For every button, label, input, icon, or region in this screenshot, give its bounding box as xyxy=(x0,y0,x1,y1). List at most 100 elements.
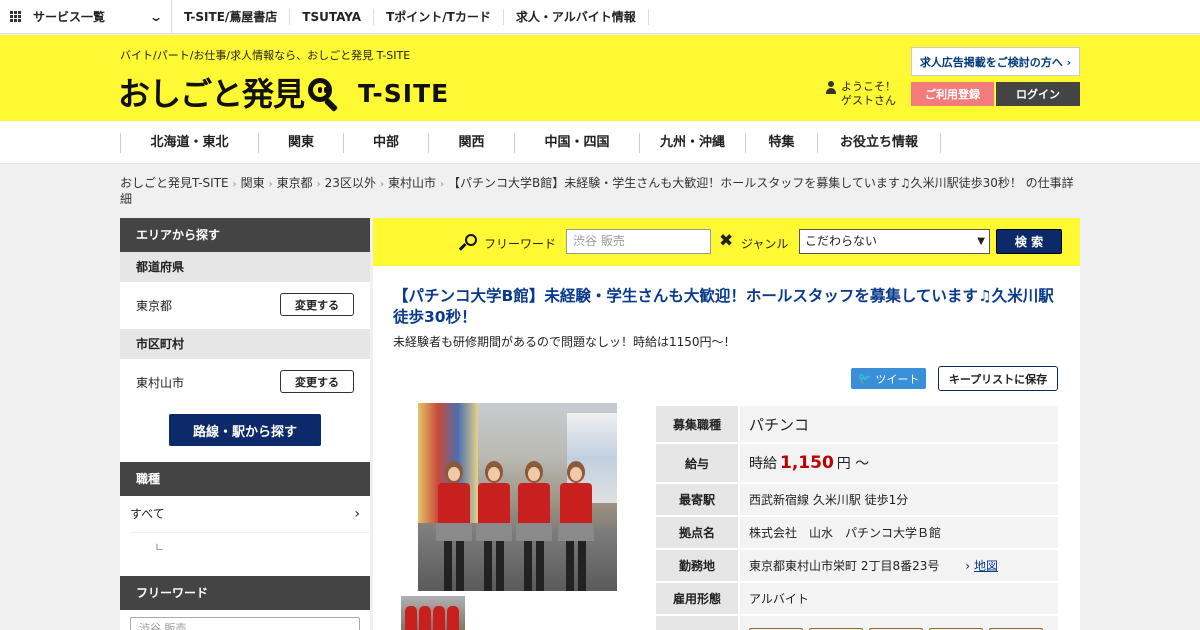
job-main-photo[interactable] xyxy=(418,403,617,591)
breadcrumb: おしごと発見T-SITE › 関東 › 東京都 › 23区以外 › 東村山市 › 【パチンコ大学B館… xyxy=(120,176,1080,206)
breadcrumb-kanto[interactable]: 関東 xyxy=(241,176,265,190)
job-info-table: 募集職種 パチンコ 給与 時給 1,150 円 〜 最寄駅 西武新宿線 久米川駅 徒… xyxy=(656,404,1058,630)
info-label-partial xyxy=(656,616,740,630)
change-city-button[interactable]: 変更する xyxy=(280,370,354,393)
sidebar-job-sub: ∟ xyxy=(130,532,370,576)
info-row-employment: 雇用形態 アルバイト xyxy=(656,583,1058,614)
info-value-salary: 時給 1,150 円 〜 xyxy=(740,444,1058,482)
nav-item-hokkaido-tohoku[interactable]: 北海道・東北 xyxy=(120,133,258,153)
change-pref-button[interactable]: 変更する xyxy=(280,293,354,316)
main-content: フリーワード 渋谷 販売 ✖ ジャンル こだわらない ▼ 検 索 【パチンコ大学… xyxy=(373,218,1080,630)
user-icon xyxy=(825,81,837,94)
magnifier-face-icon xyxy=(306,76,340,113)
chevron-down-icon: ⌄ xyxy=(148,9,164,24)
info-label: 拠点名 xyxy=(656,517,740,548)
salary-prefix: 時給 xyxy=(749,456,777,472)
main-nav: 北海道・東北 関東 中部 関西 中国・四国 九州・沖縄 特集 お役立ち情報 xyxy=(0,121,1200,164)
logo-sub-text: T-SITE xyxy=(358,79,450,108)
salary-suffix: 円 〜 xyxy=(836,456,870,472)
sidebar-pref-label: 都道府県 xyxy=(120,252,370,282)
info-value-shift xyxy=(740,616,1058,630)
info-label: 最寄駅 xyxy=(656,484,740,515)
info-row-category: 募集職種 パチンコ xyxy=(656,406,1058,442)
sidebar-freeword-input[interactable]: 渋谷 販売 xyxy=(130,617,360,630)
info-label: 給与 xyxy=(656,444,740,482)
welcome-line1: ようこそ！ xyxy=(841,80,896,93)
services-label: サービス一覧 xyxy=(33,10,106,24)
sidebar-city-value: 東村山市 xyxy=(136,376,185,390)
sidebar-pref-value: 東京都 xyxy=(136,299,173,313)
nav-item-useful-info[interactable]: お役立ち情報 xyxy=(817,133,941,153)
register-button[interactable]: ご利用登録 xyxy=(911,82,994,106)
info-value-location: 東京都東村山市栄町 2丁目8番23号 xyxy=(749,559,940,573)
route-station-search-button[interactable]: 路線・駅から探す xyxy=(169,414,321,446)
welcome-message: ようこそ！ ゲストさん xyxy=(825,80,896,108)
info-row-base: 拠点名 株式会社 山水 パチンコ大学Ｂ館 xyxy=(656,517,1058,548)
search-icon xyxy=(458,234,478,252)
sidebar-job-title: 職種 xyxy=(120,462,370,496)
close-icon[interactable]: ✖ xyxy=(719,232,733,250)
info-row-station: 最寄駅 西武新宿線 久米川駅 徒歩1分 xyxy=(656,484,1058,515)
info-value-category: パチンコ xyxy=(740,406,1058,442)
info-row-location: 勤務地 東京都東村山市栄町 2丁目8番23号 › 地図 xyxy=(656,550,1058,581)
sidebar: エリアから探す 都道府県 東京都 変更する 市区町村 東村山市 変更する 路線・… xyxy=(120,218,370,630)
chevron-right-icon: › xyxy=(439,179,444,190)
sidebar-city-label: 市区町村 xyxy=(120,329,370,359)
sidebar-area-title: エリアから探す xyxy=(120,218,370,252)
genre-label: ジャンル xyxy=(741,237,789,251)
info-row-salary: 給与 時給 1,150 円 〜 xyxy=(656,444,1058,482)
freeword-label: フリーワード xyxy=(484,237,557,251)
ad-inquiry-button[interactable]: 求人広告掲載をご検討の方へ › xyxy=(911,47,1080,76)
sidebar-city-row: 東村山市 変更する xyxy=(120,359,370,406)
chevron-right-icon: › xyxy=(268,179,273,190)
grid-icon xyxy=(10,11,21,22)
breadcrumb-home[interactable]: おしごと発見T-SITE xyxy=(120,176,229,190)
breadcrumb-higashimurayama[interactable]: 東村山市 xyxy=(388,176,436,190)
info-label: 雇用形態 xyxy=(656,583,740,614)
chevron-right-icon: › xyxy=(965,559,970,573)
dropdown-arrow-icon: ▼ xyxy=(977,236,985,247)
info-label: 勤務地 xyxy=(656,550,740,581)
info-value-station: 西武新宿線 久米川駅 徒歩1分 xyxy=(740,484,1058,515)
twitter-icon: 🐦 xyxy=(857,372,872,385)
global-topbar: サービス一覧 ⌄ T-SITE/蔦屋書店 TSUTAYA Tポイント/Tカード … xyxy=(0,0,1200,34)
sidebar-job-all[interactable]: すべて › xyxy=(120,496,370,532)
nav-item-kanto[interactable]: 関東 xyxy=(258,133,343,153)
nav-item-kansai[interactable]: 関西 xyxy=(428,133,514,153)
topbar-link-tsutaya[interactable]: TSUTAYA xyxy=(290,8,375,25)
info-value-location-cell: 東京都東村山市栄町 2丁目8番23号 › 地図 xyxy=(740,550,1058,581)
logo-main-text: おしごと発見 xyxy=(118,75,305,113)
info-value-base: 株式会社 山水 パチンコ大学Ｂ館 xyxy=(740,517,1058,548)
chevron-right-icon: › xyxy=(354,506,360,522)
topbar-link-tpoint[interactable]: Tポイント/Tカード xyxy=(374,8,504,25)
search-bar: フリーワード 渋谷 販売 ✖ ジャンル こだわらない ▼ 検 索 xyxy=(373,218,1080,266)
chevron-right-icon: › xyxy=(379,179,384,190)
job-title: 【パチンコ大学B館】未経験・学生さんも大歓迎！ホールスタッフを募集しています♫久… xyxy=(393,287,1054,326)
login-button[interactable]: ログイン xyxy=(996,82,1080,106)
site-logo[interactable]: おしごと発見 T-SITE xyxy=(118,73,449,115)
keep-list-button[interactable]: キープリストに保存 xyxy=(938,366,1058,391)
nav-item-special[interactable]: 特集 xyxy=(745,133,817,153)
freeword-input[interactable]: 渋谷 販売 xyxy=(566,229,711,254)
genre-select[interactable]: こだわらない ▼ xyxy=(799,229,990,254)
site-header: バイト/パート/お仕事/求人情報なら、おしごと発見 T-SITE おしごと発見 … xyxy=(0,35,1200,121)
nav-item-chubu[interactable]: 中部 xyxy=(343,133,428,153)
sidebar-job-all-label: すべて xyxy=(130,507,165,521)
services-menu-button[interactable]: サービス一覧 ⌄ xyxy=(0,0,172,34)
job-photo-thumbnail[interactable] xyxy=(401,596,465,630)
tweet-button[interactable]: 🐦 ツイート xyxy=(851,368,926,389)
breadcrumb-outside-23[interactable]: 23区以外 xyxy=(325,176,376,190)
genre-value: こだわらない xyxy=(805,234,878,248)
topbar-link-tsite[interactable]: T-SITE/蔦屋書店 xyxy=(172,8,291,25)
search-submit-button[interactable]: 検 索 xyxy=(996,229,1062,254)
info-label: 募集職種 xyxy=(656,406,740,442)
header-tagline: バイト/パート/お仕事/求人情報なら、おしごと発見 T-SITE xyxy=(120,49,411,62)
welcome-line2: ゲストさん xyxy=(841,94,896,107)
nav-item-kyushu-okinawa[interactable]: 九州・沖縄 xyxy=(639,133,745,153)
topbar-link-jobs[interactable]: 求人・アルバイト情報 xyxy=(504,8,649,25)
nav-item-chugoku-shikoku[interactable]: 中国・四国 xyxy=(514,133,639,153)
tweet-label: ツイート xyxy=(875,372,920,386)
map-link[interactable]: 地図 xyxy=(974,559,998,573)
breadcrumb-tokyo[interactable]: 東京都 xyxy=(277,176,313,190)
chevron-right-icon: › xyxy=(232,179,237,190)
